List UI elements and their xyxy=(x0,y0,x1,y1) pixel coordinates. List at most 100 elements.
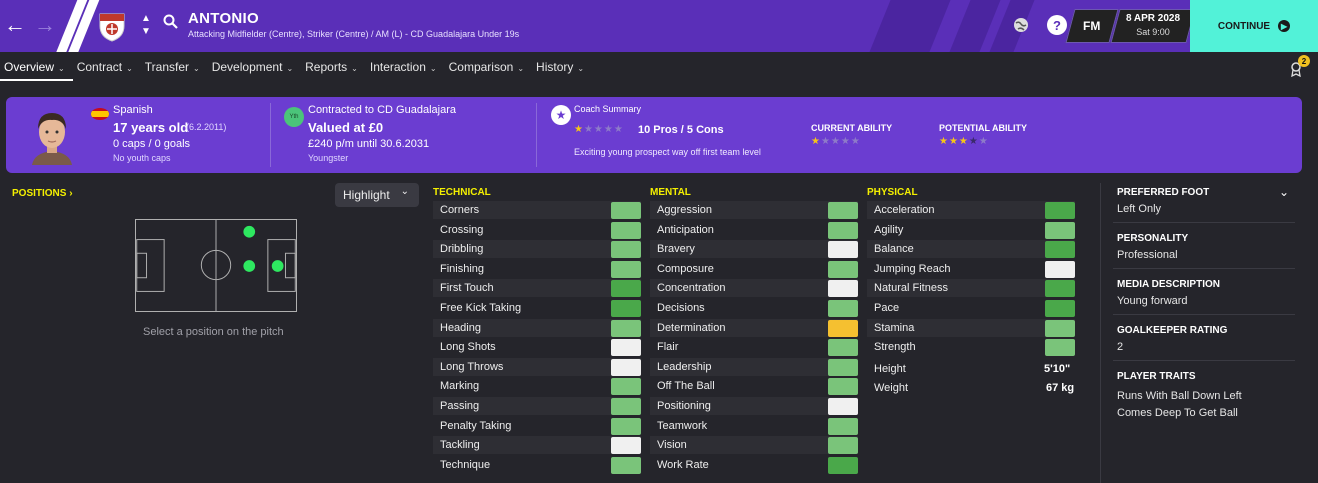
attribute-row[interactable]: Technique xyxy=(433,456,641,474)
attribute-rating-box xyxy=(828,339,858,357)
attribute-row[interactable]: Concentration xyxy=(650,279,858,298)
chevron-down-icon: ⌄ xyxy=(58,64,65,73)
chevron-down-icon: ⌄ xyxy=(351,64,358,73)
attribute-row[interactable]: Vision xyxy=(650,436,858,455)
attribute-row[interactable]: Flair xyxy=(650,338,858,356)
attribute-row[interactable]: Positioning xyxy=(650,397,858,415)
positions-pitch[interactable] xyxy=(135,219,297,312)
attribute-name: Pace xyxy=(874,302,900,314)
attribute-row[interactable]: Agility xyxy=(867,221,1075,239)
help-icon[interactable]: ? xyxy=(1047,15,1067,35)
tab-overview[interactable]: Overview ⌄ xyxy=(0,52,73,81)
attribute-name: First Touch xyxy=(440,282,494,295)
star-icon: ★ xyxy=(551,105,571,125)
attribute-name: Composure xyxy=(657,262,714,275)
attribute-row[interactable]: Acceleration xyxy=(867,201,1075,219)
attribute-rating-box xyxy=(611,260,641,278)
player-switch-icon[interactable]: ▲ ▼ xyxy=(141,12,151,38)
attribute-name: Finishing xyxy=(440,262,485,275)
attribute-rating-box xyxy=(828,260,858,278)
attribute-row[interactable]: Off The Ball xyxy=(650,377,858,395)
attribute-row[interactable]: Free Kick Taking xyxy=(433,299,641,317)
attribute-row[interactable]: Penalty Taking xyxy=(433,417,641,435)
tab-interaction[interactable]: Interaction ⌄ xyxy=(366,52,445,81)
attribute-name: Corners xyxy=(440,204,480,216)
chevron-down-icon: ⌄ xyxy=(126,64,133,73)
attribute-row[interactable]: Balance xyxy=(867,240,1075,259)
notification-count-badge: 2 xyxy=(1298,55,1310,67)
attribute-row[interactable]: Composure xyxy=(650,260,858,278)
potential-ability-stars: ★★★★★ xyxy=(939,136,989,147)
tab-reports[interactable]: Reports ⌄ xyxy=(301,52,366,81)
tab-transfer[interactable]: Transfer ⌄ xyxy=(141,52,208,81)
player-trait[interactable]: Runs With Ball Down Left xyxy=(1117,390,1242,402)
attribute-row[interactable]: Decisions xyxy=(650,299,858,317)
attribute-name: Bravery xyxy=(657,243,695,256)
notifications-button[interactable]: 2 xyxy=(1289,55,1313,77)
media-description-value: Young forward xyxy=(1117,295,1188,307)
wage-contract: £240 p/m until 30.6.2031 xyxy=(308,138,430,150)
attribute-row[interactable]: Crossing xyxy=(433,221,641,239)
attribute-name: Dribbling xyxy=(440,243,484,256)
attribute-row[interactable]: Leadership xyxy=(650,357,858,376)
attribute-row[interactable]: Finishing xyxy=(433,260,641,278)
attribute-row[interactable]: Aggression xyxy=(650,201,858,219)
chevron-down-icon[interactable]: ⌄ xyxy=(1279,185,1289,199)
positions-heading[interactable]: POSITIONS › xyxy=(12,188,73,199)
fm-label: FM xyxy=(1083,19,1101,33)
tab-development[interactable]: Development ⌄ xyxy=(208,52,301,81)
attribute-name: Acceleration xyxy=(874,204,935,216)
attribute-row[interactable]: Heading xyxy=(433,318,641,337)
attribute-row[interactable]: Tackling xyxy=(433,436,641,455)
attribute-row[interactable]: Determination xyxy=(650,318,858,337)
attribute-row[interactable]: Bravery xyxy=(650,240,858,259)
attribute-row[interactable]: Jumping Reach xyxy=(867,260,1075,278)
player-details-panel: PREFERRED FOOT ⌄ Left Only PERSONALITY P… xyxy=(1100,183,1303,483)
tab-contract[interactable]: Contract ⌄ xyxy=(73,52,141,81)
tab-history[interactable]: History ⌄ xyxy=(532,52,592,81)
position-dot-aml[interactable] xyxy=(243,225,256,238)
player-name: ANTONIO xyxy=(188,10,259,27)
attribute-row[interactable]: Long Throws xyxy=(433,357,641,376)
height-value: 5'10" xyxy=(1044,363,1071,375)
position-dot-st[interactable] xyxy=(271,260,284,272)
attribute-row[interactable]: Strength xyxy=(867,338,1075,356)
attribute-name: Leadership xyxy=(657,360,712,373)
tab-comparison[interactable]: Comparison ⌄ xyxy=(445,52,532,81)
back-arrow-icon[interactable]: ← xyxy=(4,12,26,38)
attribute-row[interactable]: Corners xyxy=(433,201,641,219)
separator xyxy=(1113,360,1295,361)
player-value: Valued at £0 xyxy=(308,120,384,135)
date-of-birth: (6.2.2011) xyxy=(186,122,227,132)
attribute-row[interactable]: First Touch xyxy=(433,279,641,298)
attribute-row[interactable]: Marking xyxy=(433,377,641,395)
attribute-name: Off The Ball xyxy=(657,380,715,393)
attribute-row[interactable]: Pace xyxy=(867,299,1075,317)
caps-goals: 0 caps / 0 goals xyxy=(113,138,191,150)
attribute-rating-box xyxy=(611,378,641,396)
coach-star-rating: ★★★★★ xyxy=(574,124,624,135)
world-icon[interactable] xyxy=(1011,15,1031,35)
position-dot-amc[interactable] xyxy=(243,260,256,272)
attribute-row[interactable]: Work Rate xyxy=(650,456,858,474)
attribute-name: Heading xyxy=(440,321,481,334)
spain-flag-icon xyxy=(91,108,109,120)
attribute-row[interactable]: Long Shots xyxy=(433,338,641,356)
forward-arrow-icon[interactable]: → xyxy=(34,12,56,38)
club-crest-icon[interactable] xyxy=(97,10,127,42)
attribute-row[interactable]: Dribbling xyxy=(433,240,641,259)
attribute-row[interactable]: Passing xyxy=(433,397,641,415)
search-icon[interactable] xyxy=(163,14,178,29)
highlight-dropdown[interactable]: Highlight ⌄ xyxy=(335,183,419,207)
attribute-row[interactable]: Natural Fitness xyxy=(867,279,1075,298)
current-ability-label: CURRENT ABILITY xyxy=(811,123,893,133)
attribute-row[interactable]: Teamwork xyxy=(650,417,858,435)
attribute-row[interactable]: Anticipation xyxy=(650,221,858,239)
player-trait[interactable]: Comes Deep To Get Ball xyxy=(1117,407,1238,419)
continue-button[interactable]: CONTINUE ▶ xyxy=(1190,0,1318,52)
attribute-row[interactable]: Stamina xyxy=(867,318,1075,337)
attribute-name: Technique xyxy=(440,458,491,471)
attribute-rating-box xyxy=(611,241,641,259)
personality-label: PERSONALITY xyxy=(1117,233,1189,244)
player-avatar[interactable] xyxy=(26,105,78,165)
